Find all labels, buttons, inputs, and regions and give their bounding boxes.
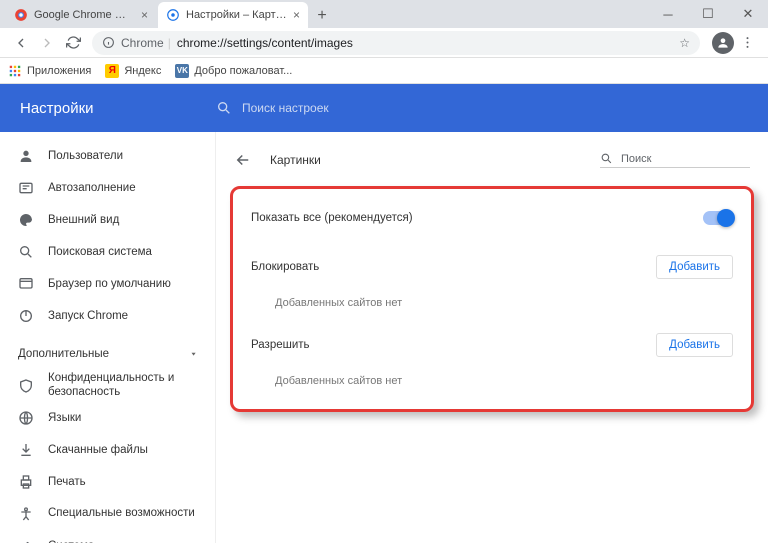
maximize-button[interactable]: ☐ <box>688 0 728 28</box>
shield-icon <box>18 378 34 394</box>
sidebar-item-languages[interactable]: Языки <box>0 402 215 434</box>
sidebar: Пользователи Автозаполнение Внешний вид … <box>0 84 216 543</box>
bookmarks-bar: Приложения Я Яндекс VK Добро пожаловат..… <box>0 58 768 84</box>
sidebar-item-privacy[interactable]: Конфиденциальность и безопасность <box>0 370 215 402</box>
yandex-bookmark[interactable]: Я Яндекс <box>105 64 161 78</box>
sidebar-item-system[interactable]: Система <box>0 530 215 543</box>
search-icon <box>600 152 613 165</box>
minimize-button[interactable]: ─ <box>648 0 688 28</box>
sidebar-item-label: Печать <box>48 476 86 488</box>
back-button[interactable] <box>8 30 34 56</box>
download-icon <box>18 442 34 458</box>
a11y-icon <box>18 506 34 522</box>
apps-bookmark[interactable]: Приложения <box>8 64 91 78</box>
sidebar-item-downloads[interactable]: Скачанные файлы <box>0 434 215 466</box>
bookmark-label: Приложения <box>27 65 91 77</box>
sidebar-item-label: Браузер по умолчанию <box>48 278 171 290</box>
omnibox-path: chrome://settings/content/images <box>177 36 353 50</box>
settings-search[interactable]: Поиск настроек <box>216 100 768 116</box>
sidebar-item-a11y[interactable]: Специальные возможности <box>0 498 215 530</box>
autofill-icon <box>18 180 34 196</box>
power-icon <box>18 308 34 324</box>
apps-icon <box>8 64 22 78</box>
close-icon[interactable]: × <box>293 8 300 22</box>
settings-header: Настройки Поиск настроек <box>0 84 768 132</box>
omnibox-scheme: Chrome <box>121 36 164 50</box>
sidebar-item-label: Конфиденциальность и безопасность <box>48 372 197 400</box>
page-search[interactable]: Поиск <box>600 152 750 168</box>
page-title: Картинки <box>270 153 321 167</box>
show-all-toggle[interactable] <box>703 211 733 225</box>
info-icon <box>102 36 115 49</box>
settings-title: Настройки <box>0 100 216 117</box>
chrome-icon <box>14 8 28 22</box>
sidebar-item-label: Внешний вид <box>48 214 119 226</box>
back-icon[interactable] <box>234 151 252 169</box>
yandex-icon: Я <box>105 64 119 78</box>
search-icon <box>216 100 232 116</box>
sidebar-item-label: Скачанные файлы <box>48 444 148 456</box>
search-placeholder: Поиск <box>621 153 651 165</box>
window-controls: ─ ☐ ✕ <box>648 0 768 28</box>
reload-button[interactable] <box>60 30 86 56</box>
sidebar-item-autofill[interactable]: Автозаполнение <box>0 172 215 204</box>
menu-button[interactable] <box>734 30 760 56</box>
sidebar-item-label: Специальные возможности <box>48 507 195 521</box>
close-icon[interactable]: × <box>141 8 148 22</box>
tab-item[interactable]: Настройки – Картинки × <box>158 2 308 28</box>
search-icon <box>18 244 34 260</box>
sidebar-item-print[interactable]: Печать <box>0 466 215 498</box>
show-all-label: Показать все (рекомендуется) <box>251 212 413 224</box>
main-panel: Картинки Поиск Показать все (рекомендует… <box>216 84 768 543</box>
block-title: Блокировать <box>251 261 319 273</box>
sidebar-item-startup[interactable]: Запуск Chrome <box>0 300 215 332</box>
add-allow-button[interactable]: Добавить <box>656 333 733 357</box>
sidebar-item-label: Автозаполнение <box>48 182 136 194</box>
avatar[interactable] <box>712 32 734 54</box>
sidebar-item-users[interactable]: Пользователи <box>0 140 215 172</box>
add-block-button[interactable]: Добавить <box>656 255 733 279</box>
sidebar-item-search-engine[interactable]: Поисковая система <box>0 236 215 268</box>
allow-section: Разрешить Добавить <box>251 323 733 367</box>
sidebar-item-label: Запуск Chrome <box>48 310 128 322</box>
sidebar-section-label: Дополнительные <box>18 348 109 360</box>
images-settings-card: Показать все (рекомендуется) Блокировать… <box>230 186 754 412</box>
new-tab-button[interactable]: + <box>310 4 334 28</box>
search-placeholder: Поиск настроек <box>242 101 329 115</box>
content: Пользователи Автозаполнение Внешний вид … <box>0 84 768 543</box>
omnibox[interactable]: Chrome | chrome://settings/content/image… <box>92 31 700 55</box>
sidebar-item-label: Языки <box>48 412 81 424</box>
star-icon[interactable]: ☆ <box>679 36 690 50</box>
sidebar-item-appearance[interactable]: Внешний вид <box>0 204 215 236</box>
tab-item[interactable]: Google Chrome — скачать бесп × <box>6 2 156 28</box>
user-icon <box>18 148 34 164</box>
page-subheader: Картинки Поиск <box>216 140 768 180</box>
bookmark-label: Добро пожаловат... <box>194 65 292 77</box>
sidebar-item-default-browser[interactable]: Браузер по умолчанию <box>0 268 215 300</box>
block-section: Блокировать Добавить <box>251 245 733 289</box>
allow-title: Разрешить <box>251 339 310 351</box>
close-window-button[interactable]: ✕ <box>728 0 768 28</box>
navbar: Chrome | chrome://settings/content/image… <box>0 28 768 58</box>
sidebar-section-advanced[interactable]: Дополнительные <box>0 338 215 370</box>
tab-title: Настройки – Картинки <box>186 9 287 21</box>
forward-button[interactable] <box>34 30 60 56</box>
block-empty: Добавленных сайтов нет <box>251 289 733 313</box>
vk-bookmark[interactable]: VK Добро пожаловат... <box>175 64 292 78</box>
allow-empty: Добавленных сайтов нет <box>251 367 733 391</box>
show-all-row: Показать все (рекомендуется) <box>251 201 733 235</box>
globe-icon <box>18 410 34 426</box>
print-icon <box>18 474 34 490</box>
palette-icon <box>18 212 34 228</box>
sidebar-item-label: Поисковая система <box>48 246 152 258</box>
bookmark-label: Яндекс <box>124 65 161 77</box>
gear-icon <box>166 8 180 22</box>
vk-icon: VK <box>175 64 189 78</box>
browser-icon <box>18 276 34 292</box>
wrench-icon <box>18 538 34 543</box>
tab-title: Google Chrome — скачать бесп <box>34 9 135 21</box>
sidebar-item-label: Пользователи <box>48 150 123 162</box>
